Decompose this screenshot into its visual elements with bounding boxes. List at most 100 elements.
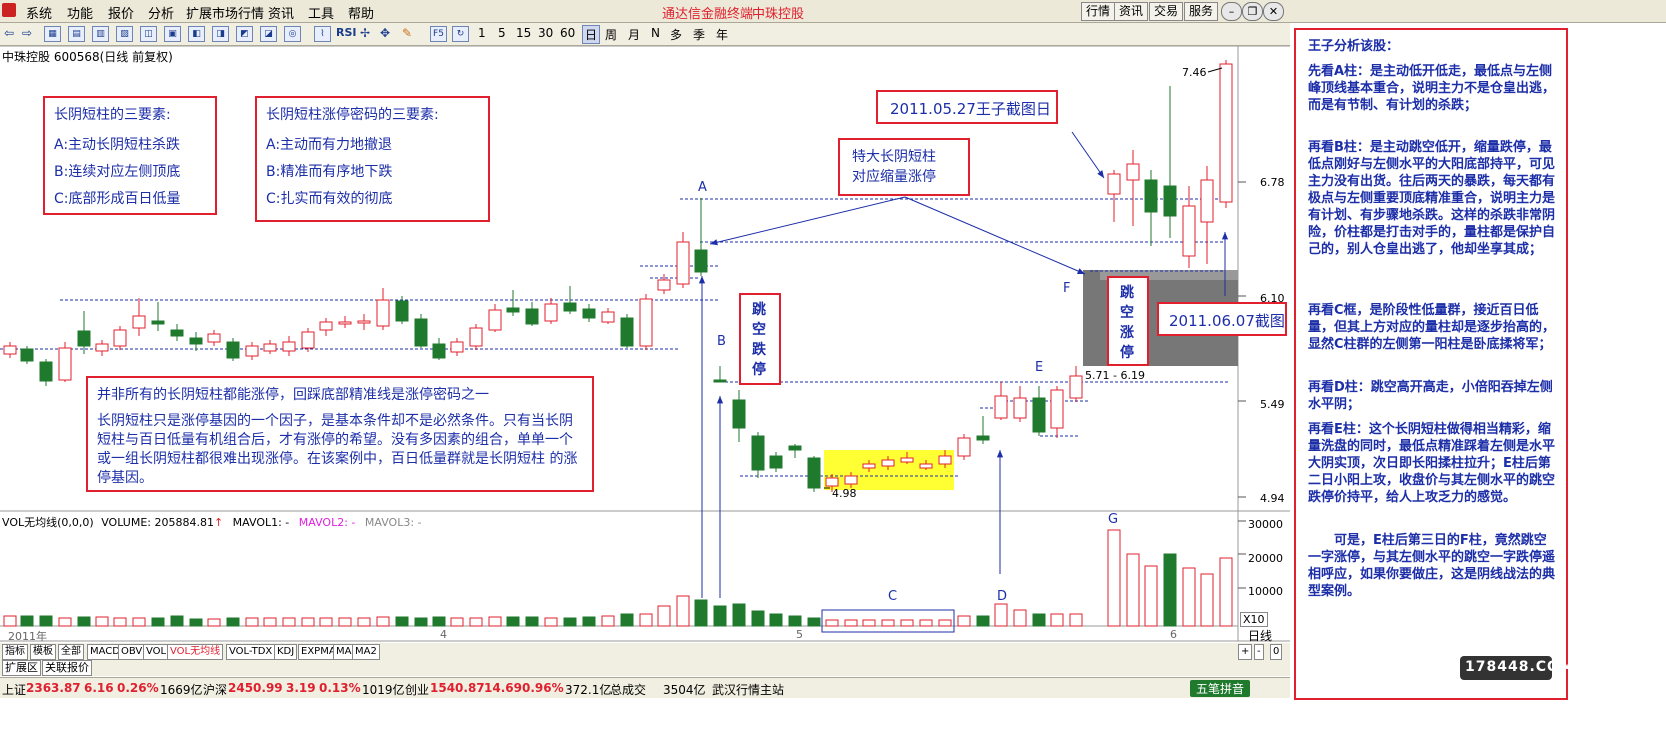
tool-icon-2[interactable]: ▤	[68, 26, 85, 42]
back-arrow-icon[interactable]: ⇦	[4, 26, 14, 40]
tool-icon-10[interactable]: ◪	[260, 26, 277, 42]
status-bar: 上证 2363.87 6.16 0.26% 1669亿 沪深 2450.99 3…	[0, 677, 1290, 698]
volume-bar	[1107, 529, 1121, 627]
volume-bar	[263, 617, 277, 627]
tool-icon-5[interactable]: ◫	[140, 26, 157, 42]
tool-icon-8[interactable]: ◨	[212, 26, 229, 42]
menu-help[interactable]: 帮助	[348, 3, 374, 22]
tab-indicator[interactable]: 指标	[2, 644, 28, 660]
candle-body	[170, 329, 184, 337]
hs-amount: 1019亿	[362, 683, 405, 697]
period-label: 日线	[1248, 629, 1273, 643]
candle-body	[282, 341, 296, 352]
toolbar: ⇦ ⇨ ▦ ▤ ▥ ▨ ◫ ▣ ◧ ◨ ◩ ◪ ◎ ⌇ RSI ✢ ✥ ✎ F5…	[0, 23, 1290, 46]
special-line-1: 特大长阴短柱	[852, 149, 936, 165]
tool-icon-1[interactable]: ▦	[44, 26, 61, 42]
volume-bar	[769, 613, 783, 627]
rsi-button[interactable]: RSI	[336, 26, 357, 39]
tab-info[interactable]: 资讯	[1114, 2, 1149, 21]
period-30[interactable]: 30	[538, 26, 553, 40]
candle-body	[582, 308, 596, 319]
move-icon[interactable]: ✥	[380, 26, 390, 40]
menu-tools[interactable]: 工具	[308, 3, 334, 22]
tab-extended[interactable]: 扩展区	[2, 660, 41, 676]
box2-line-b: B:精准而有序地下跌	[266, 164, 393, 180]
candle-body	[844, 475, 858, 485]
jump-down-2: 空	[752, 322, 766, 338]
candle-body	[862, 463, 876, 469]
period-week[interactable]: 周	[605, 26, 617, 43]
volume-bar	[450, 617, 464, 627]
label-g: G	[1108, 512, 1119, 527]
tab-vol-tdx[interactable]: VOL-TDX	[226, 644, 276, 660]
tab-kdj[interactable]: KDJ	[274, 644, 298, 660]
tool-icon-11[interactable]: ◎	[284, 26, 301, 42]
minimize-icon[interactable]: –	[1221, 2, 1242, 21]
period-15[interactable]: 15	[516, 26, 531, 40]
menu-function[interactable]: 功能	[67, 3, 93, 22]
menu-info[interactable]: 资讯	[268, 3, 294, 22]
volume-bar	[620, 613, 634, 627]
arrow-special-right	[904, 196, 1086, 275]
volume-bar	[39, 615, 53, 627]
volume-bar	[357, 617, 371, 627]
volume-bar	[95, 616, 109, 627]
tool-icon-4[interactable]: ▨	[116, 26, 133, 42]
line-chart-icon[interactable]: ⌇	[314, 26, 331, 42]
tool-icon-9[interactable]: ◩	[236, 26, 253, 42]
period-multi[interactable]: 多	[670, 26, 682, 43]
tab-trade[interactable]: 交易	[1149, 2, 1184, 21]
candle-body	[1163, 185, 1177, 217]
period-day[interactable]: 日	[582, 25, 601, 44]
pencil-icon[interactable]: ✎	[402, 26, 412, 40]
period-1[interactable]: 1	[478, 26, 486, 40]
menu-analysis[interactable]: 分析	[148, 3, 174, 22]
vol-value: VOLUME: 205884.81	[101, 516, 214, 529]
period-60[interactable]: 60	[560, 26, 575, 40]
menu-extended-market[interactable]: 扩展市场行情	[186, 3, 264, 22]
tab-vol[interactable]: VOL	[143, 644, 170, 660]
shuffle-icon[interactable]: ✢	[360, 26, 370, 40]
menu-system[interactable]: 系统	[26, 3, 52, 22]
volume-bar	[432, 616, 446, 627]
volume-bar	[170, 615, 184, 627]
candle-body	[338, 321, 352, 325]
refresh-icon[interactable]: ↻	[452, 26, 469, 42]
total-label: 总成交	[610, 683, 647, 697]
analysis-title: 王子分析该股：	[1308, 39, 1400, 54]
restore-icon[interactable]: ❐	[1242, 2, 1263, 21]
period-month[interactable]: 月	[628, 26, 640, 43]
tool-icon-6[interactable]: ▣	[164, 26, 181, 42]
f5-icon[interactable]: F5	[430, 26, 447, 42]
close-icon[interactable]: ✕	[1263, 2, 1284, 21]
zoom-plus-button[interactable]: +	[1238, 644, 1253, 660]
period-year[interactable]: 年	[716, 26, 728, 43]
tab-related-quote[interactable]: 关联报价	[42, 660, 92, 676]
period-5[interactable]: 5	[498, 26, 506, 40]
tool-icon-7[interactable]: ◧	[188, 26, 205, 42]
forward-arrow-icon[interactable]: ⇨	[22, 26, 32, 40]
extended-tabs: 扩展区 关联报价	[0, 660, 1290, 676]
mavol3: MAVOL3: -	[364, 516, 422, 529]
zoom-minus-button[interactable]: -	[1254, 644, 1264, 660]
period-n[interactable]: N	[651, 26, 660, 40]
volume-bar	[151, 617, 165, 627]
special-bar-box: 特大长阴短柱 对应缩量涨停	[838, 138, 970, 196]
tab-quote[interactable]: 行情	[1081, 2, 1116, 21]
period-season[interactable]: 季	[693, 26, 705, 43]
tab-service[interactable]: 服务	[1184, 2, 1219, 21]
tab-obv[interactable]: OBV	[118, 644, 146, 660]
candle-body	[20, 348, 34, 362]
tab-template[interactable]: 模板	[30, 644, 56, 660]
ime-indicator[interactable]: 五笔拼音	[1190, 680, 1251, 697]
candle-body	[676, 241, 690, 285]
candle-body	[788, 445, 802, 451]
tab-ma2[interactable]: MA2	[352, 644, 380, 660]
candle-body	[620, 317, 634, 347]
tab-all[interactable]: 全部	[58, 644, 84, 660]
volume-bar	[488, 616, 502, 627]
menu-quote[interactable]: 报价	[108, 3, 134, 22]
tab-vol-noma[interactable]: VOL无均线	[167, 644, 224, 660]
volume-bar	[1200, 573, 1214, 627]
tool-icon-3[interactable]: ▥	[92, 26, 109, 42]
